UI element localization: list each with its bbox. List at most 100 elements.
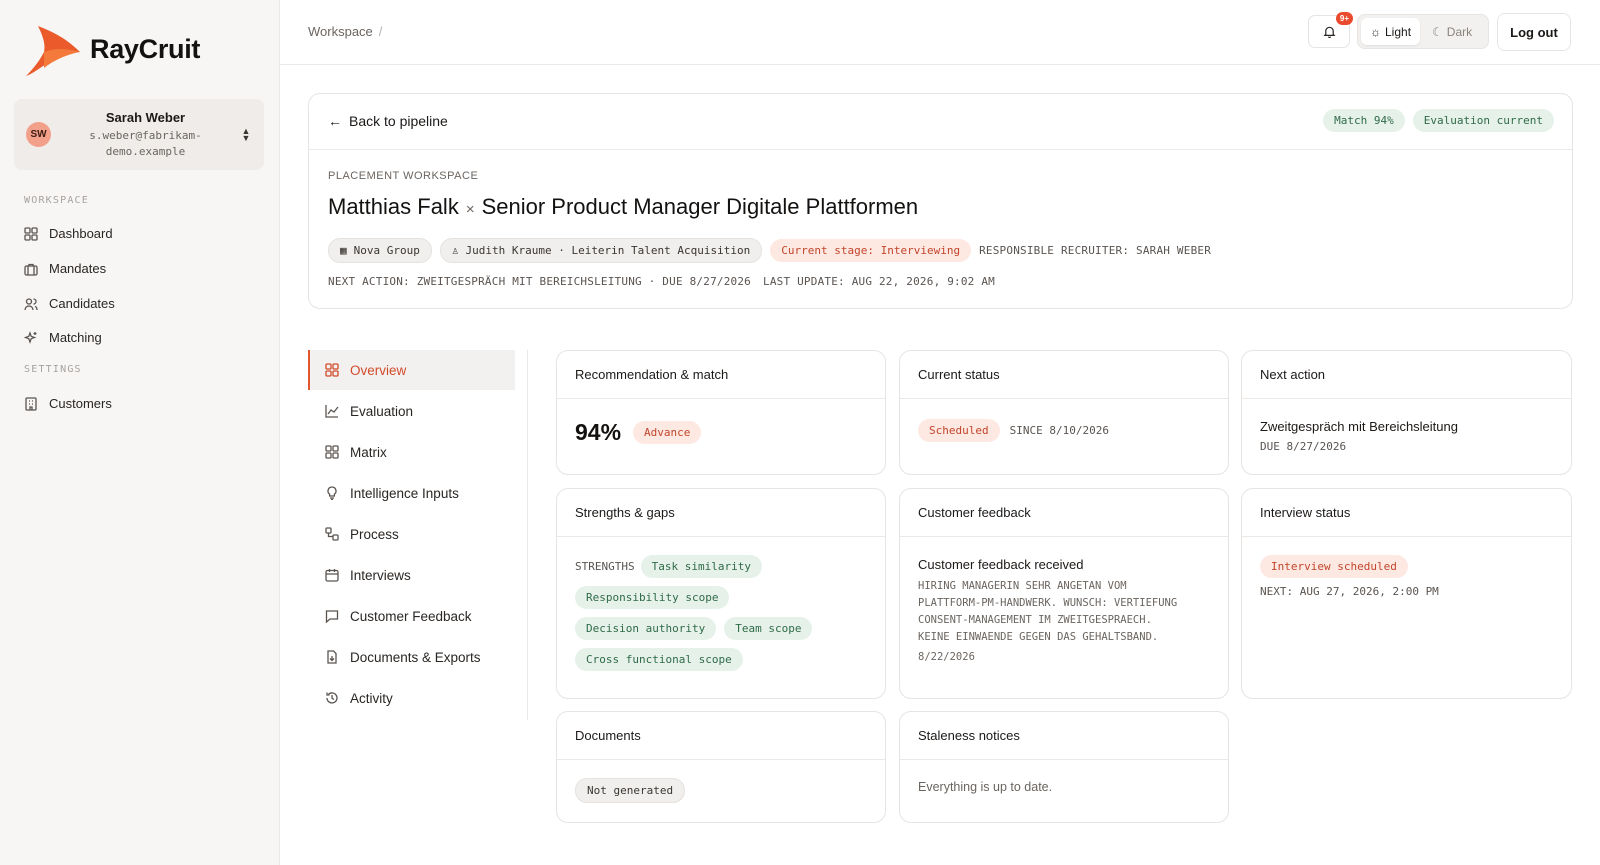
- calendar-icon: [325, 569, 339, 582]
- bell-icon: [1323, 26, 1335, 38]
- strength-chip: Cross functional scope: [575, 648, 743, 671]
- documents-card: Documents Not generated: [556, 711, 886, 823]
- user-name: Sarah Weber: [105, 109, 186, 125]
- avatar: SW: [26, 122, 51, 147]
- interview-status-card: Interview status Interview scheduled NEX…: [1241, 488, 1572, 699]
- notifications-button[interactable]: 9+: [1308, 12, 1353, 48]
- tab-documents-exports[interactable]: Documents & Exports: [308, 637, 515, 677]
- building-icon: ▦: [340, 244, 347, 257]
- status-since: SINCE 8/10/2026: [1009, 424, 1109, 437]
- moon-icon: ☾: [1432, 24, 1443, 39]
- tab-interviews[interactable]: Interviews: [308, 555, 515, 595]
- page-title: Matthias Falk × Senior Product Manager D…: [328, 194, 918, 220]
- theme-dark-label: Dark: [1446, 24, 1473, 39]
- account-switcher[interactable]: SW Sarah Weber s.weber@fabrikam-demo.exa…: [14, 99, 264, 170]
- tab-label: Process: [350, 526, 399, 542]
- card-title: Next action: [1242, 351, 1571, 399]
- contact-chip[interactable]: ♙ Judith Kraume · Leiterin Talent Acquis…: [439, 238, 763, 263]
- tab-label: Evaluation: [350, 403, 414, 419]
- sidebar-item-label: Mandates: [49, 261, 107, 276]
- workspace-tabs: Overview Evaluation Matrix Intelligence …: [308, 350, 528, 720]
- theme-toggle: ☼ Light ☾ Dark: [1357, 14, 1489, 49]
- logout-button[interactable]: Log out: [1497, 13, 1571, 51]
- contact-name: Judith Kraume · Leiterin Talent Acquisit…: [465, 244, 751, 257]
- sidebar-item-candidates[interactable]: Candidates: [24, 296, 115, 311]
- feedback-date: 8/22/2026: [918, 651, 975, 663]
- workflow-icon: [325, 527, 339, 541]
- sidebar-item-dashboard[interactable]: Dashboard: [24, 226, 113, 241]
- company-chip[interactable]: ▦ Nova Group: [328, 238, 432, 263]
- interview-next: NEXT: AUG 27, 2026, 2:00 PM: [1260, 585, 1439, 598]
- card-title: Interview status: [1242, 489, 1571, 537]
- status-badge: Scheduled: [918, 419, 1000, 442]
- chart-icon: [325, 405, 339, 418]
- feedback-line: HIRING MANAGERIN SEHR ANGETAN VOM: [918, 580, 1127, 592]
- recommendation-badge: Advance: [633, 421, 702, 444]
- interview-badge: Interview scheduled: [1260, 555, 1408, 578]
- sidebar-item-mandates[interactable]: Mandates: [24, 261, 106, 276]
- theme-light-label: Light: [1385, 24, 1412, 39]
- sidebar-item-label: Candidates: [49, 296, 115, 311]
- sidebar: RayCruit SW Sarah Weber s.weber@fabrikam…: [0, 0, 280, 865]
- responsible-recruiter: RESPONSIBLE RECRUITER: SARAH WEBER: [979, 244, 1212, 257]
- tab-evaluation[interactable]: Evaluation: [308, 391, 515, 431]
- nav-section-settings: SETTINGS: [24, 364, 82, 375]
- card-title: Documents: [557, 712, 885, 760]
- placement-header: ← Back to pipeline Match 94% Evaluation …: [308, 93, 1573, 309]
- next-action-meta: NEXT ACTION: ZWEITGESPRÄCH MIT BEREICHSL…: [328, 275, 751, 288]
- raycruit-logo-icon: [26, 26, 80, 76]
- sparkle-icon: [24, 330, 37, 344]
- tab-label: Overview: [350, 362, 407, 378]
- tab-matrix[interactable]: Matrix: [308, 432, 515, 472]
- theme-dark-button[interactable]: ☾ Dark: [1423, 18, 1481, 45]
- brand-name: RayCruit: [90, 33, 201, 64]
- page-eyebrow: PLACEMENT WORKSPACE: [328, 170, 479, 182]
- chevron-up-down-icon: ▲ ▼: [241, 125, 251, 143]
- stage-badge: Current stage: Interviewing: [770, 239, 972, 262]
- tab-label: Documents & Exports: [350, 649, 481, 665]
- card-title: Recommendation & match: [557, 351, 885, 399]
- breadcrumb-workspace[interactable]: Workspace: [308, 24, 373, 39]
- message-icon: [325, 610, 339, 623]
- card-title: Customer feedback: [900, 489, 1228, 537]
- notifications-badge: 9+: [1335, 12, 1353, 25]
- strength-chip: Decision authority: [575, 617, 717, 640]
- tab-process[interactable]: Process: [308, 514, 515, 554]
- candidate-name[interactable]: Matthias Falk: [328, 194, 459, 220]
- document-icon: [327, 650, 337, 664]
- back-label: Back to pipeline: [349, 113, 448, 129]
- grid-icon: [325, 445, 339, 459]
- tab-label: Activity: [350, 690, 393, 706]
- company-name: Nova Group: [353, 244, 420, 257]
- tab-overview[interactable]: Overview: [308, 350, 515, 390]
- tab-activity[interactable]: Activity: [308, 678, 515, 718]
- back-to-pipeline-link[interactable]: ← Back to pipeline: [328, 113, 448, 129]
- recommendation-card: Recommendation & match 94% Advance: [556, 350, 886, 475]
- sidebar-item-matching[interactable]: Matching: [24, 330, 102, 345]
- tab-intelligence-inputs[interactable]: Intelligence Inputs: [308, 473, 515, 513]
- feedback-line: CONSENT-MANAGEMENT IM ZWEITGESPRAECH.: [918, 614, 1152, 626]
- sidebar-item-label: Matching: [49, 330, 102, 345]
- building-icon: [25, 396, 37, 411]
- role-name[interactable]: Senior Product Manager Digitale Plattfor…: [482, 194, 919, 220]
- tab-label: Intelligence Inputs: [350, 485, 459, 501]
- next-action-due: DUE 8/27/2026: [1260, 440, 1347, 453]
- tab-customer-feedback[interactable]: Customer Feedback: [308, 596, 515, 636]
- feedback-line: KEINE EINWAENDE GEGEN DAS GEHALTSBAND.: [918, 631, 1159, 643]
- sun-icon: ☼: [1370, 24, 1381, 39]
- next-action-text: Zweitgespräch mit Bereichsleitung: [1260, 419, 1458, 434]
- grid-icon: [24, 226, 38, 241]
- staleness-card: Staleness notices Everything is up to da…: [899, 711, 1229, 823]
- staleness-text: Everything is up to date.: [918, 780, 1053, 794]
- nav-section-workspace: WORKSPACE: [24, 195, 89, 206]
- feedback-heading: Customer feedback received: [918, 557, 1084, 572]
- user-email: s.weber@fabrikam-demo.example: [89, 128, 202, 158]
- theme-light-button[interactable]: ☼ Light: [1361, 18, 1421, 45]
- topbar: Workspace / 9+ ☼ Light ☾ Dark Log out: [280, 0, 1600, 65]
- tab-label: Interviews: [350, 567, 411, 583]
- match-badge: Match 94%: [1323, 109, 1405, 132]
- brand-logo[interactable]: RayCruit: [24, 22, 200, 76]
- sidebar-item-customers[interactable]: Customers: [24, 396, 112, 411]
- next-action-card: Next action Zweitgespräch mit Bereichsle…: [1241, 350, 1572, 475]
- documents-status-badge: Not generated: [575, 778, 686, 803]
